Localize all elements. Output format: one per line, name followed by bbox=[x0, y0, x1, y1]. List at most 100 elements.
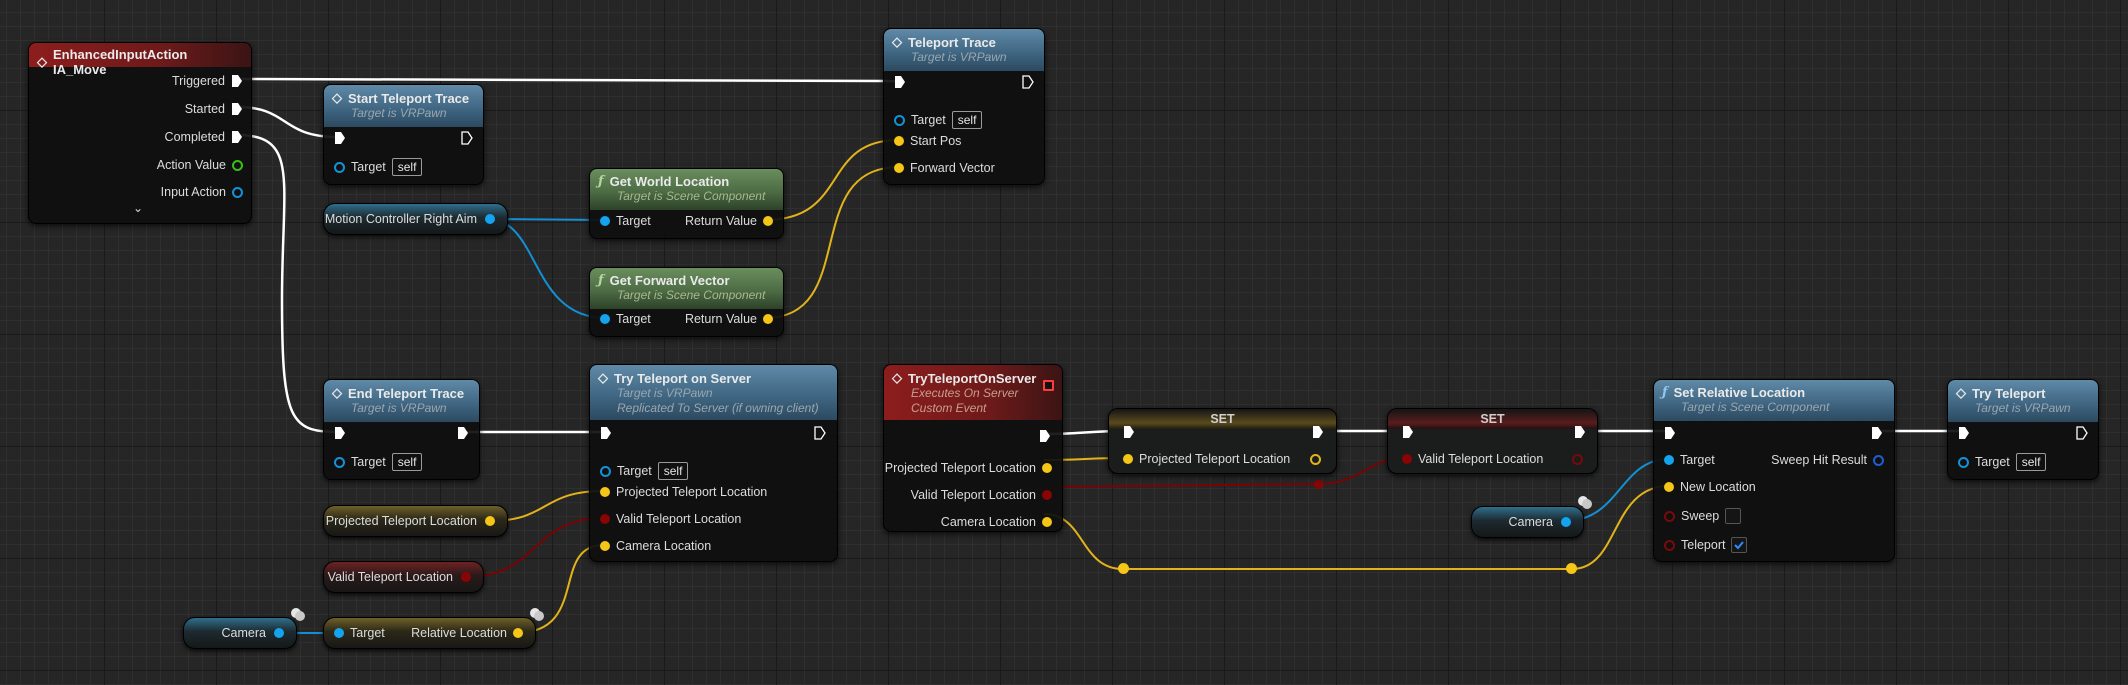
relative-location-label: Relative Location bbox=[411, 626, 507, 640]
node-title: Start Teleport Trace bbox=[348, 90, 470, 106]
pin-label-completed: Completed bbox=[164, 130, 225, 144]
target-pin[interactable] bbox=[334, 628, 344, 638]
valid-teleport-location-pin[interactable] bbox=[600, 514, 610, 524]
value-in-pin[interactable] bbox=[1123, 454, 1133, 464]
value-in-pin[interactable] bbox=[1402, 454, 1412, 464]
event-diamond-icon: ◇ bbox=[892, 370, 902, 385]
start-pos-pin[interactable] bbox=[894, 136, 904, 146]
chevron-down-icon[interactable]: ⌄ bbox=[133, 201, 143, 215]
reroute-node-3[interactable] bbox=[1314, 480, 1323, 489]
node-title: Teleport Trace bbox=[908, 34, 996, 50]
try-teleport-on-server-event-node[interactable]: ◇ TryTeleportOnServer Executes On Server … bbox=[883, 364, 1063, 532]
target-pin[interactable] bbox=[894, 114, 905, 126]
target-label: Target bbox=[351, 160, 386, 174]
node-title: TryTeleportOnServer bbox=[908, 370, 1037, 386]
variable-output-pin[interactable] bbox=[274, 628, 284, 638]
teleport-checkbox[interactable] bbox=[1731, 537, 1748, 553]
ia-move-event-node[interactable]: ◇ EnhancedInputAction IA_Move Triggered S… bbox=[28, 42, 252, 224]
target-label: Target bbox=[350, 626, 385, 640]
pin-label: Valid Teleport Location bbox=[1418, 452, 1544, 466]
target-self-field[interactable]: self bbox=[391, 453, 423, 471]
target-pin[interactable] bbox=[600, 216, 610, 226]
pin-label-started: Started bbox=[184, 102, 225, 116]
set-projected-teleport-location-node[interactable]: SET Projected Teleport Location bbox=[1108, 408, 1337, 474]
projected-teleport-location-pin[interactable] bbox=[1042, 463, 1052, 473]
function-diamond-icon: ◇ bbox=[332, 90, 342, 105]
target-self-field[interactable]: self bbox=[391, 158, 423, 176]
sweep-hit-result-label: Sweep Hit Result bbox=[1771, 453, 1867, 467]
node-subtitle: Target is VRPawn bbox=[911, 50, 1007, 64]
sweep-pin[interactable] bbox=[1664, 510, 1675, 522]
get-world-location-node[interactable]: ƒ Get World Location Target is Scene Comp… bbox=[589, 168, 784, 239]
pin-label: Projected Teleport Location bbox=[884, 461, 1036, 475]
forward-vector-pin[interactable] bbox=[894, 163, 904, 173]
target-label: Target bbox=[351, 455, 386, 469]
pin-label: Projected Teleport Location bbox=[1139, 452, 1291, 466]
start-teleport-trace-node[interactable]: ◇ Start Teleport Trace Target is VRPawn T… bbox=[323, 84, 484, 185]
sweep-label: Sweep bbox=[1681, 509, 1720, 523]
teleport-pin[interactable] bbox=[1664, 539, 1675, 551]
try-teleport-on-server-call-node[interactable]: ◇ Try Teleport on Server Target is VRPawn… bbox=[589, 364, 838, 562]
valid-teleport-location-variable[interactable]: Valid Teleport Location bbox=[323, 561, 484, 593]
target-label: Target bbox=[1680, 453, 1715, 467]
pin-label: Camera Location bbox=[940, 515, 1036, 529]
target-pin[interactable] bbox=[334, 456, 345, 468]
delegate-pin-icon[interactable] bbox=[1043, 380, 1054, 391]
variable-output-pin[interactable] bbox=[485, 516, 495, 526]
input-action-pin[interactable] bbox=[232, 186, 243, 198]
event-diamond-icon: ◇ bbox=[37, 54, 47, 69]
node-subtitle-target: Target is VRPawn bbox=[617, 386, 713, 400]
reroute-node-2[interactable] bbox=[1566, 563, 1577, 574]
camera-location-pin[interactable] bbox=[1042, 517, 1052, 527]
action-value-pin[interactable] bbox=[232, 159, 243, 171]
function-icon: ƒ bbox=[1662, 385, 1668, 400]
sweep-checkbox[interactable] bbox=[1725, 508, 1742, 524]
pin-label: Camera Location bbox=[616, 539, 712, 553]
function-diamond-icon: ◇ bbox=[332, 385, 342, 400]
function-icon: ƒ bbox=[598, 273, 604, 288]
teleport-trace-node[interactable]: ◇ Teleport Trace Target is VRPawn Target s… bbox=[883, 28, 1045, 185]
variable-output-pin[interactable] bbox=[1561, 517, 1571, 527]
sweep-hit-result-pin[interactable] bbox=[1873, 454, 1884, 466]
node-subtitle-execution: Executes On Server bbox=[911, 386, 1019, 400]
target-pin[interactable] bbox=[600, 465, 611, 477]
target-label: Target bbox=[616, 214, 651, 228]
new-location-pin[interactable] bbox=[1664, 482, 1674, 492]
target-pin[interactable] bbox=[334, 161, 345, 173]
set-valid-teleport-location-node[interactable]: SET Valid Teleport Location bbox=[1387, 408, 1598, 474]
return-value-pin[interactable] bbox=[763, 314, 773, 324]
projected-teleport-location-variable[interactable]: Projected Teleport Location bbox=[323, 505, 508, 537]
value-out-pin[interactable] bbox=[1572, 453, 1583, 465]
target-self-field[interactable]: self bbox=[2015, 453, 2047, 471]
valid-teleport-location-pin[interactable] bbox=[1042, 490, 1052, 500]
projected-teleport-location-pin[interactable] bbox=[600, 487, 610, 497]
target-pin[interactable] bbox=[600, 314, 610, 324]
relative-location-node[interactable]: Target Relative Location bbox=[323, 617, 536, 649]
node-subtitle: Target is Scene Component bbox=[617, 189, 766, 203]
reroute-node-1[interactable] bbox=[1118, 563, 1129, 574]
start-pos-label: Start Pos bbox=[910, 134, 962, 148]
target-label: Target bbox=[616, 312, 651, 326]
variable-output-pin[interactable] bbox=[485, 214, 495, 224]
target-label: Target bbox=[617, 464, 652, 478]
value-out-pin[interactable] bbox=[1310, 453, 1321, 465]
camera-variable[interactable]: Camera bbox=[183, 617, 297, 649]
end-teleport-trace-node[interactable]: ◇ End Teleport Trace Target is VRPawn Tar… bbox=[323, 379, 480, 480]
return-value-pin[interactable] bbox=[763, 216, 773, 226]
target-self-field[interactable]: self bbox=[657, 462, 689, 480]
variable-output-pin[interactable] bbox=[461, 572, 471, 582]
get-forward-vector-node[interactable]: ƒ Get Forward Vector Target is Scene Comp… bbox=[589, 267, 784, 337]
target-self-field[interactable]: self bbox=[951, 111, 983, 129]
try-teleport-node[interactable]: ◇ Try Teleport Target is VRPawn Target sel… bbox=[1947, 379, 2099, 480]
camera-location-pin[interactable] bbox=[600, 541, 610, 551]
target-pin[interactable] bbox=[1958, 456, 1969, 468]
set-relative-location-node[interactable]: ƒ Set Relative Location Target is Scene C… bbox=[1653, 379, 1895, 562]
function-diamond-icon: ◇ bbox=[1956, 385, 1966, 400]
variable-label: Projected Teleport Location bbox=[325, 514, 477, 528]
relative-location-pin[interactable] bbox=[513, 628, 523, 638]
camera-variable-2[interactable]: Camera bbox=[1471, 506, 1584, 538]
motion-controller-right-aim-variable[interactable]: Motion Controller Right Aim bbox=[323, 203, 508, 235]
target-pin[interactable] bbox=[1664, 455, 1674, 465]
target-label: Target bbox=[911, 113, 946, 127]
node-title: End Teleport Trace bbox=[348, 385, 465, 401]
